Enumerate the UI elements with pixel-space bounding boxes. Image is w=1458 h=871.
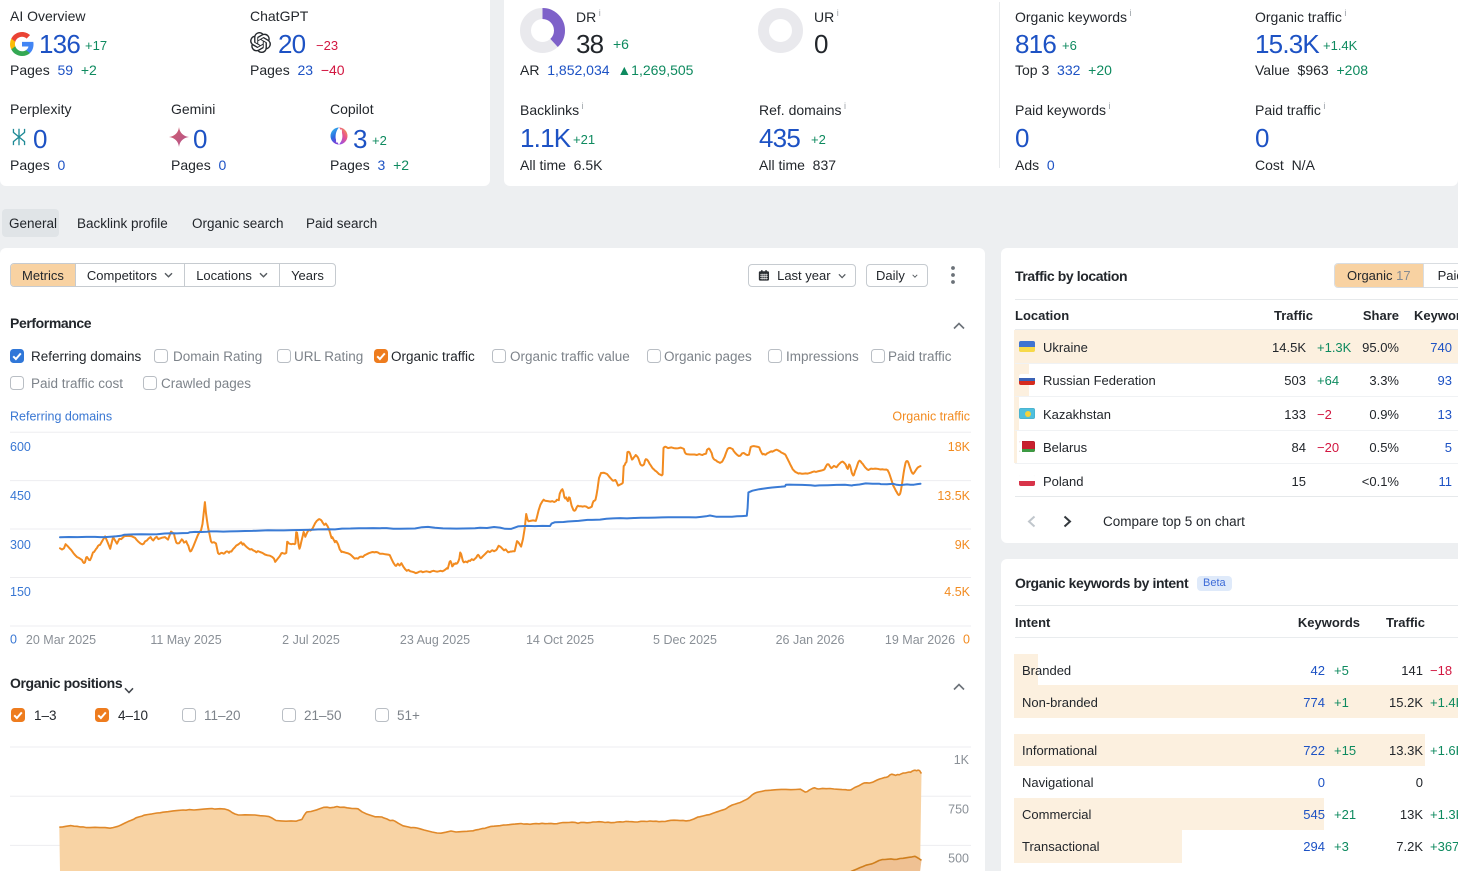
svg-text:26 Jan 2026: 26 Jan 2026 <box>776 633 845 647</box>
svg-text:150: 150 <box>10 585 31 599</box>
svg-text:750: 750 <box>948 803 969 817</box>
svg-text:500: 500 <box>948 852 969 866</box>
svg-text:18K: 18K <box>948 440 971 454</box>
svg-text:Referring domains: Referring domains <box>10 410 112 424</box>
svg-text:13.5K: 13.5K <box>937 489 970 503</box>
svg-text:9K: 9K <box>955 538 971 552</box>
svg-text:4.5K: 4.5K <box>944 585 970 599</box>
svg-text:0: 0 <box>963 632 970 646</box>
svg-text:300: 300 <box>10 538 31 552</box>
svg-text:19 Mar 2026: 19 Mar 2026 <box>885 633 955 647</box>
svg-text:20 Mar 2025: 20 Mar 2025 <box>26 633 96 647</box>
svg-text:450: 450 <box>10 489 31 503</box>
svg-text:0: 0 <box>10 632 17 646</box>
svg-text:2 Jul 2025: 2 Jul 2025 <box>282 633 340 647</box>
svg-text:11 May 2025: 11 May 2025 <box>150 633 221 647</box>
svg-text:23 Aug 2025: 23 Aug 2025 <box>400 633 470 647</box>
svg-text:1K: 1K <box>954 753 970 767</box>
svg-text:14 Oct 2025: 14 Oct 2025 <box>526 633 594 647</box>
svg-text:Organic traffic: Organic traffic <box>892 410 970 424</box>
svg-text:5 Dec 2025: 5 Dec 2025 <box>653 633 717 647</box>
svg-text:600: 600 <box>10 440 31 454</box>
